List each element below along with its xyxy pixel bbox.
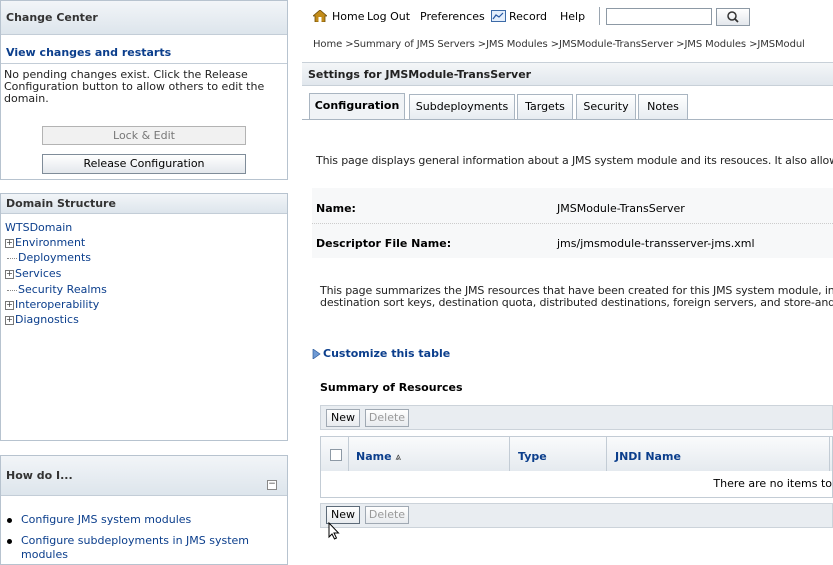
toolbar-divider <box>599 7 600 25</box>
intro-text: This page displays general information a… <box>316 154 833 167</box>
change-center-divider <box>1 63 287 64</box>
descriptor-value: jms/jmsmodule-transserver-jms.xml <box>557 237 755 250</box>
tree-connector-icon <box>7 257 17 259</box>
tree-item-interoperability[interactable]: + Interoperability <box>5 297 99 312</box>
message-line-3: domain. <box>4 92 49 105</box>
tree-item-services[interactable]: + Services <box>5 266 61 281</box>
collapse-icon[interactable]: − <box>267 480 277 490</box>
tree-label: Deployments <box>18 251 92 264</box>
summary-line-2: destination sort keys, destination quota… <box>320 296 833 309</box>
col-name-label: Name <box>356 450 392 463</box>
how-do-i-item[interactable]: Configure subdeployments in JMS system <box>7 534 249 548</box>
tab-notes[interactable]: Notes <box>638 94 688 119</box>
expand-plus-icon[interactable]: + <box>5 238 14 248</box>
tree-label: Diagnostics <box>15 313 79 326</box>
expand-plus-icon[interactable]: + <box>5 269 14 279</box>
customize-table-link[interactable]: Customize this table <box>323 347 450 360</box>
settings-title: Settings for JMSModule-TransServer <box>308 68 532 81</box>
col-divider <box>509 436 510 472</box>
how-do-i-list: Configure JMS system modules Configure s… <box>7 513 249 562</box>
bullet-icon <box>7 538 12 544</box>
customize-toggle-icon[interactable] <box>312 348 321 360</box>
delete-button-bottom: Delete <box>365 506 409 524</box>
tree-item-diagnostics[interactable]: + Diagnostics <box>5 312 79 327</box>
breadcrumb[interactable]: Home >Summary of JMS Servers >JMS Module… <box>313 39 805 50</box>
tree-item-security-realms[interactable]: Security Realms <box>5 282 107 297</box>
expand-plus-icon[interactable]: + <box>5 315 14 325</box>
mouse-cursor-icon <box>328 521 340 540</box>
link-configure-jms-modules[interactable]: Configure JMS system modules <box>21 513 191 526</box>
tab-subdeployments[interactable]: Subdeployments <box>409 94 515 119</box>
tree-label: Interoperability <box>15 298 100 311</box>
link-configure-subdeployments[interactable]: Configure subdeployments in JMS system <box>21 534 249 547</box>
tree-root-wtsdomain[interactable]: WTSDomain <box>5 220 72 235</box>
name-value: JMSModule-TransServer <box>557 202 685 215</box>
col-divider <box>348 436 349 472</box>
record-link[interactable]: Record <box>509 10 547 23</box>
tab-security[interactable]: Security <box>576 94 636 119</box>
lock-edit-button[interactable]: Lock & Edit <box>42 126 246 145</box>
search-button[interactable] <box>716 8 750 26</box>
tree-label: Services <box>15 267 62 280</box>
tab-configuration[interactable]: Configuration <box>309 93 405 120</box>
settings-header-bar: Settings for JMSModule-TransServer <box>302 62 833 86</box>
tab-targets[interactable]: Targets <box>517 94 573 119</box>
new-button-top[interactable]: New <box>326 409 360 427</box>
tab-underline <box>302 119 833 120</box>
fields-divider <box>312 223 833 224</box>
how-do-i-item-cont[interactable]: modules <box>7 548 249 562</box>
summary-of-resources-title: Summary of Resources <box>320 381 463 394</box>
tree-connector-icon <box>7 289 17 291</box>
tree-label: Environment <box>15 236 86 249</box>
change-center-message: No pending changes exist. Click the Rele… <box>4 69 264 105</box>
domain-structure-title: Domain Structure <box>1 194 287 214</box>
empty-message: There are no items to <box>713 477 832 490</box>
how-do-i-header: How do I... <box>1 456 287 496</box>
summary-text: This page summarizes the JMS resources t… <box>320 285 833 309</box>
expand-plus-icon[interactable]: + <box>5 300 14 310</box>
name-label: Name: <box>316 202 356 215</box>
tree-item-deployments[interactable]: Deployments <box>5 250 91 265</box>
delete-button-top: Delete <box>365 409 409 427</box>
table-empty-row: There are no items to <box>320 471 833 498</box>
col-header-jndi-name[interactable]: JNDI Name <box>615 450 681 463</box>
search-input[interactable] <box>606 8 712 25</box>
change-center-panel: Change Center View changes and restarts … <box>0 0 288 180</box>
change-center-title: Change Center <box>1 1 287 35</box>
search-icon <box>727 11 739 23</box>
descriptor-label: Descriptor File Name: <box>316 237 452 250</box>
record-icon[interactable] <box>491 10 506 22</box>
col-divider <box>829 436 830 472</box>
col-header-name[interactable]: Name ⩓ <box>356 450 401 463</box>
how-do-i-panel: How do I... − Configure JMS system modul… <box>0 455 288 565</box>
how-do-i-item[interactable]: Configure JMS system modules <box>7 513 249 527</box>
bullet-icon <box>7 517 12 523</box>
home-icon[interactable] <box>311 9 329 23</box>
col-header-type[interactable]: Type <box>518 450 547 463</box>
release-configuration-button[interactable]: Release Configuration <box>42 154 246 174</box>
help-link[interactable]: Help <box>560 10 585 23</box>
how-do-i-title: How do I... <box>6 469 73 482</box>
select-all-checkbox[interactable] <box>330 449 342 461</box>
domain-structure-panel: Domain Structure WTSDomain + Environment … <box>0 193 288 441</box>
col-divider <box>606 436 607 472</box>
view-changes-link[interactable]: View changes and restarts <box>6 46 171 59</box>
tree-label: Security Realms <box>18 283 107 296</box>
logout-link[interactable]: Log Out <box>367 10 410 23</box>
sort-ascending-icon: ⩓ <box>395 452 402 463</box>
home-link[interactable]: Home <box>332 10 364 23</box>
link-configure-subdeployments-cont[interactable]: modules <box>21 548 68 561</box>
preferences-link[interactable]: Preferences <box>420 10 485 23</box>
tree-item-environment[interactable]: + Environment <box>5 235 85 250</box>
